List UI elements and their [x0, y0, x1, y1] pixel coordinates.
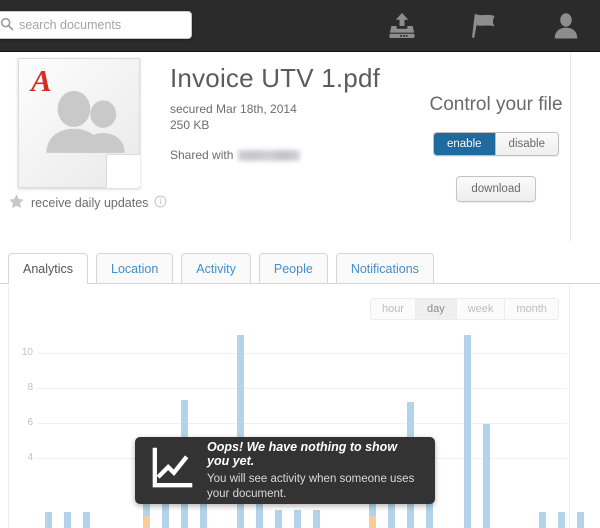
time-range-selector: hour day week month: [369, 298, 559, 320]
chart-bar: [64, 512, 71, 528]
tab-bar: Analytics Location Activity People Notif…: [0, 250, 600, 284]
empty-state-text: Oops! We have nothing to show you yet. Y…: [207, 440, 419, 502]
shared-with-row: Shared with: [170, 148, 301, 162]
tab-activity[interactable]: Activity: [181, 253, 251, 283]
chart-bar-views: [483, 424, 490, 528]
chart-bar-views: [313, 510, 320, 528]
chart-bar: [294, 510, 301, 528]
range-hour[interactable]: hour: [370, 299, 415, 319]
shared-with-value: [238, 149, 301, 161]
y-axis-tick: 6: [27, 416, 33, 428]
chart-bar: [539, 512, 546, 528]
range-month[interactable]: month: [504, 299, 558, 319]
chart-bar: [483, 424, 490, 528]
chart-bar: [558, 512, 565, 528]
control-your-file-panel: Control your file enable disable downloa…: [408, 91, 584, 202]
empty-state-tooltip: Oops! We have nothing to show you yet. Y…: [135, 437, 435, 504]
y-axis-tick: 10: [21, 346, 33, 358]
download-button[interactable]: download: [456, 176, 536, 202]
chart-bar-views: [577, 512, 584, 528]
chart-bar-views: [464, 335, 471, 528]
chart-bar: [577, 512, 584, 528]
chart-bar: [143, 515, 150, 528]
search-input[interactable]: [17, 18, 191, 32]
user-icon[interactable]: [546, 6, 586, 46]
enable-disable-toggle: enable disable: [433, 132, 559, 156]
y-axis-tick: 8: [27, 381, 33, 393]
disable-button[interactable]: disable: [494, 133, 558, 155]
flag-icon[interactable]: [464, 6, 504, 46]
receive-daily-updates-label: receive daily updates: [31, 196, 149, 210]
chart-bar: [313, 510, 320, 528]
top-navigation-bar: [0, 0, 600, 52]
chart-bar-views: [45, 512, 52, 528]
page-fold: [106, 154, 140, 188]
chart-bar-views: [83, 512, 90, 528]
search-box[interactable]: [0, 11, 192, 39]
document-header: A Invoice UTV 1.pdf secured Mar 18th, 20…: [0, 53, 600, 241]
receive-daily-updates-toggle[interactable]: receive daily updates: [8, 193, 167, 213]
chart-bar-views: [294, 510, 301, 528]
document-secured-date: secured Mar 18th, 2014: [170, 102, 297, 116]
chart-bar-views: [558, 512, 565, 528]
empty-state-title: Oops! We have nothing to show you yet.: [207, 439, 398, 468]
page-title: Invoice UTV 1.pdf: [170, 63, 381, 93]
control-panel-title: Control your file: [429, 94, 563, 115]
chart-bar-views: [64, 512, 71, 528]
people-icon: [43, 89, 129, 158]
upload-icon[interactable]: [382, 6, 422, 46]
tab-location[interactable]: Location: [96, 253, 174, 283]
panel-divider: [570, 53, 571, 241]
tab-people[interactable]: People: [258, 253, 328, 283]
chart-bar: [275, 510, 282, 528]
document-thumbnail[interactable]: A: [18, 58, 140, 188]
info-icon[interactable]: [154, 195, 167, 211]
range-day[interactable]: day: [414, 299, 456, 319]
y-axis-tick: 4: [27, 451, 33, 463]
chart-bar-downloads: [143, 515, 150, 528]
tab-analytics[interactable]: Analytics: [8, 253, 89, 284]
chart-bar-views: [539, 512, 546, 528]
chart-bar-downloads: [369, 515, 376, 528]
top-icon-group: [382, 6, 586, 46]
shared-with-label: Shared with: [170, 148, 234, 162]
document-size: 250 KB: [170, 118, 210, 132]
search-icon: [0, 16, 17, 34]
enable-button[interactable]: enable: [434, 133, 495, 155]
chart-bar: [464, 335, 471, 528]
range-week[interactable]: week: [455, 299, 505, 319]
chart-bar: [45, 512, 52, 528]
line-chart-icon: [151, 447, 193, 494]
tab-notifications[interactable]: Notifications: [335, 253, 434, 283]
chart-bar-views: [275, 510, 282, 528]
star-icon[interactable]: [8, 193, 25, 213]
empty-state-subtitle: You will see activity when someone uses …: [207, 472, 415, 500]
chart-bar: [83, 512, 90, 528]
document-meta: secured Mar 18th, 2014 250 KB: [170, 101, 297, 133]
